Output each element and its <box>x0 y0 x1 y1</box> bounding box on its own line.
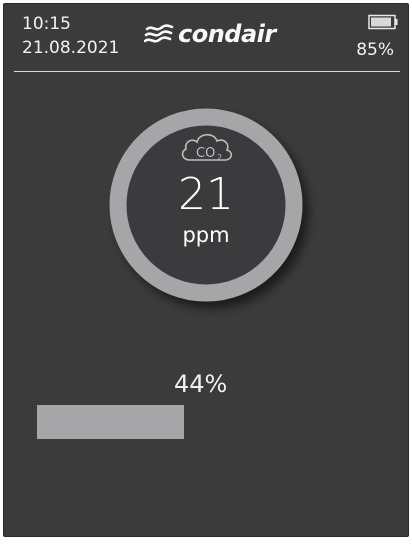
brand-logo: condair <box>144 20 276 48</box>
battery-percent: 85% <box>356 40 394 60</box>
header-divider <box>14 71 400 72</box>
level-bar <box>37 405 371 439</box>
level-bar-fill <box>37 405 184 439</box>
clock-date: 21.08.2021 <box>22 38 120 58</box>
status-bar: 10:15 21.08.2021 condair 85% <box>4 4 408 72</box>
level-percent-label: 44% <box>174 370 228 398</box>
battery-icon <box>367 14 399 34</box>
logo-waves-icon <box>144 24 174 43</box>
logo-wordmark: condair <box>178 20 276 48</box>
co2-value: 21 <box>178 169 234 220</box>
co2-gauge: CO 2 21 ppm <box>108 107 304 303</box>
co2-icon-text: CO <box>196 146 215 161</box>
co2-unit: ppm <box>182 223 230 247</box>
co2-icon-subscript: 2 <box>217 153 222 162</box>
device-screen: 10:15 21.08.2021 condair 85% CO 2 21 ppm… <box>3 3 409 537</box>
clock-time: 10:15 <box>22 14 71 34</box>
